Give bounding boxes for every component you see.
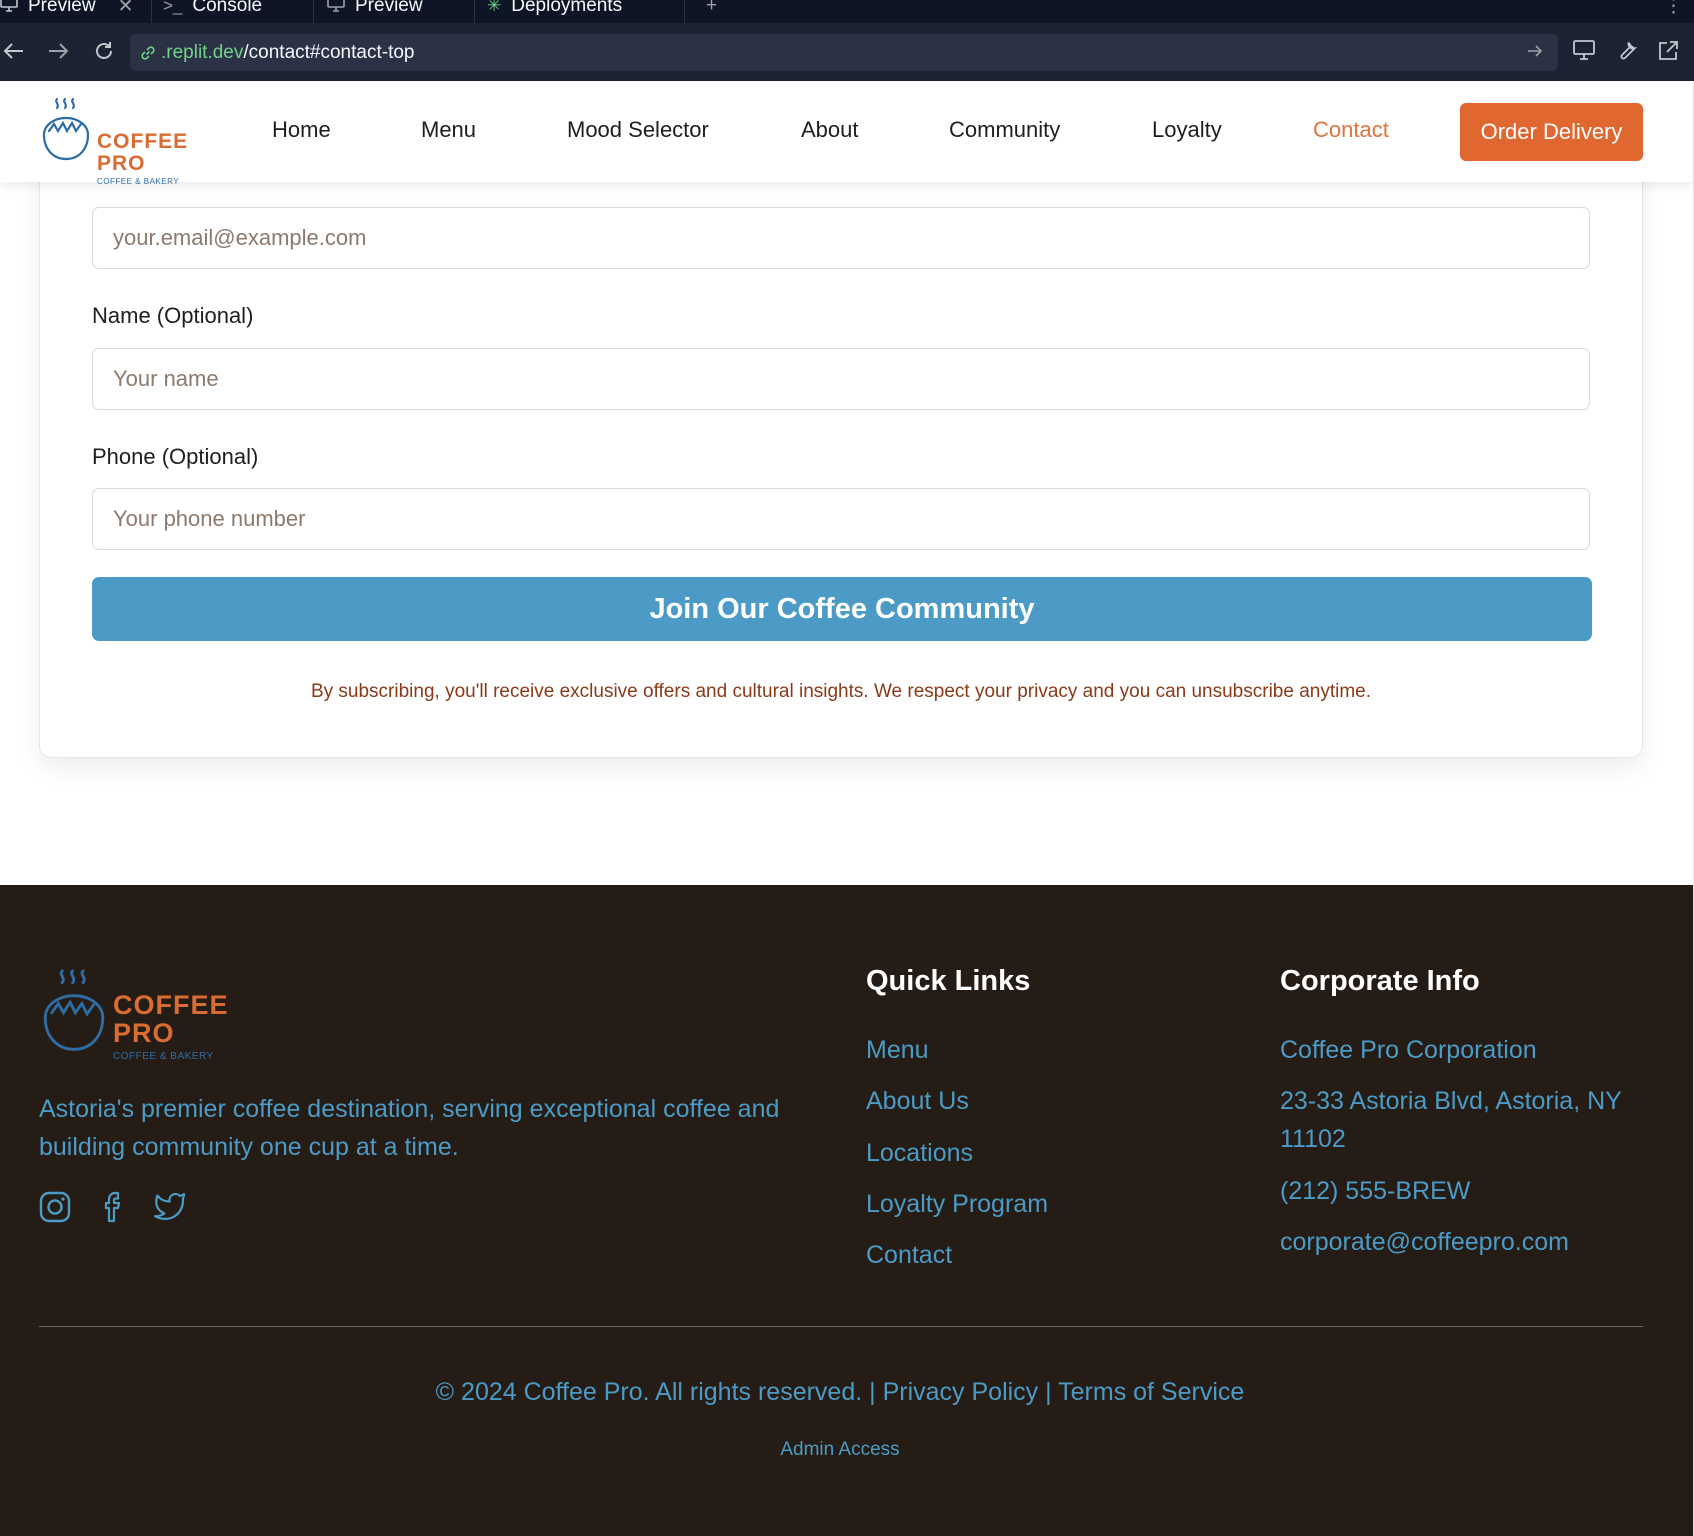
site-logo[interactable]: COFFEE PRO COFFEE & BAKERY — [40, 95, 188, 186]
newsletter-form-card: Name (Optional) Phone (Optional) Join Ou… — [39, 150, 1643, 758]
phone-field[interactable] — [92, 488, 1590, 550]
coffee-cup-logo-icon — [43, 969, 105, 1051]
nav-contact[interactable]: Contact — [1313, 117, 1389, 143]
nav-mood-selector[interactable]: Mood Selector — [567, 117, 709, 143]
tab-deployments[interactable]: ✳ Deployments — [487, 0, 622, 22]
twitter-icon[interactable] — [152, 1191, 186, 1221]
corporate-address: 23-33 Astoria Blvd, Astoria, NY 11102 — [1280, 1087, 1622, 1153]
wrench-icon[interactable] — [1614, 39, 1638, 63]
corporate-name: Coffee Pro Corporation — [1280, 1036, 1537, 1064]
coffee-cup-logo-icon — [42, 97, 90, 161]
back-icon[interactable] — [0, 37, 28, 65]
url-host: .replit.dev — [161, 41, 244, 63]
browser-tab-bar: Preview ✕ >_ Console Preview ✳ Deploymen… — [0, 0, 1694, 23]
go-icon[interactable] — [1526, 43, 1544, 59]
terminal-icon: >_ — [163, 0, 183, 15]
join-community-button[interactable]: Join Our Coffee Community — [92, 577, 1592, 641]
footer-logo[interactable]: COFFEE PRO COFFEE & BAKERY — [40, 965, 229, 1063]
devices-icon[interactable] — [1572, 39, 1596, 61]
forward-icon[interactable] — [44, 37, 72, 65]
footer-logo-line1: COFFEE — [113, 990, 229, 1020]
close-icon[interactable]: ✕ — [118, 0, 134, 18]
tab-preview-active[interactable]: Preview ✕ — [0, 0, 134, 22]
footer-link-loyalty-program[interactable]: Loyalty Program — [866, 1185, 1048, 1223]
footer-logo-subtitle: COFFEE & BAKERY — [113, 1051, 214, 1062]
facebook-icon[interactable] — [100, 1191, 128, 1223]
instagram-icon[interactable] — [39, 1191, 71, 1223]
corporate-info-heading: Corporate Info — [1280, 965, 1480, 997]
tab-preview[interactable]: Preview — [327, 0, 423, 22]
more-icon[interactable]: ⋮ — [1664, 0, 1683, 22]
footer-logo-line2: PRO — [113, 1018, 175, 1048]
nav-about[interactable]: About — [801, 117, 859, 143]
link-icon — [139, 44, 157, 62]
legal-separator: | — [1045, 1378, 1052, 1406]
footer-divider — [39, 1326, 1643, 1327]
external-link-icon[interactable] — [1656, 39, 1680, 63]
footer-link-locations[interactable]: Locations — [866, 1134, 973, 1172]
copyright-text: © 2024 Coffee Pro. All rights reserved. … — [435, 1378, 876, 1406]
monitor-icon — [0, 0, 18, 17]
tab-label: Preview — [28, 0, 96, 16]
privacy-policy-link[interactable]: Privacy Policy — [883, 1378, 1039, 1406]
privacy-disclaimer: By subscribing, you'll receive exclusive… — [310, 681, 1372, 702]
nav-menu[interactable]: Menu — [421, 117, 476, 143]
footer-link-menu[interactable]: Menu — [866, 1031, 929, 1069]
nav-loyalty[interactable]: Loyalty — [1152, 117, 1222, 143]
order-delivery-button[interactable]: Order Delivery — [1460, 103, 1643, 161]
nav-community[interactable]: Community — [949, 117, 1060, 143]
tab-label: Deployments — [511, 0, 623, 16]
url-field[interactable]: .replit.dev/contact#contact-top — [130, 34, 1558, 71]
site-header: COFFEE PRO COFFEE & BAKERY Home Menu Moo… — [0, 81, 1693, 186]
nav-home[interactable]: Home — [272, 117, 331, 143]
reload-icon[interactable] — [90, 37, 118, 65]
address-bar: .replit.dev/contact#contact-top — [0, 23, 1694, 81]
terms-of-service-link[interactable]: Terms of Service — [1058, 1378, 1244, 1406]
new-tab-button[interactable]: + — [706, 0, 717, 22]
footer-link-about-us[interactable]: About Us — [866, 1082, 969, 1120]
phone-label: Phone (Optional) — [92, 444, 259, 469]
monitor-icon — [327, 0, 345, 17]
corporate-email[interactable]: corporate@coffeepro.com — [1280, 1223, 1569, 1261]
tab-label: Console — [192, 0, 263, 16]
name-label: Name (Optional) — [92, 303, 254, 328]
site-footer: COFFEE PRO COFFEE & BAKERY Astoria's pre… — [0, 885, 1693, 1536]
url-path: /contact#contact-top — [243, 41, 415, 63]
name-field[interactable] — [92, 348, 1590, 410]
logo-wordmark-line1: COFFEE — [97, 130, 189, 153]
footer-link-contact[interactable]: Contact — [866, 1236, 952, 1274]
tab-label: Preview — [355, 0, 423, 16]
quick-links-heading: Quick Links — [866, 965, 1031, 997]
logo-wordmark-line2: PRO — [97, 152, 146, 175]
logo-subtitle: COFFEE & BAKERY — [97, 177, 180, 186]
admin-access-link[interactable]: Admin Access — [0, 1439, 1680, 1461]
footer-legal: © 2024 Coffee Pro. All rights reserved. … — [0, 1378, 1680, 1407]
email-field[interactable] — [92, 207, 1590, 269]
deploy-icon: ✳ — [487, 0, 502, 15]
corporate-phone[interactable]: (212) 555-BREW — [1280, 1172, 1470, 1210]
tab-console[interactable]: >_ Console — [163, 0, 262, 22]
footer-tagline: Astoria's premier coffee destination, se… — [39, 1095, 780, 1161]
